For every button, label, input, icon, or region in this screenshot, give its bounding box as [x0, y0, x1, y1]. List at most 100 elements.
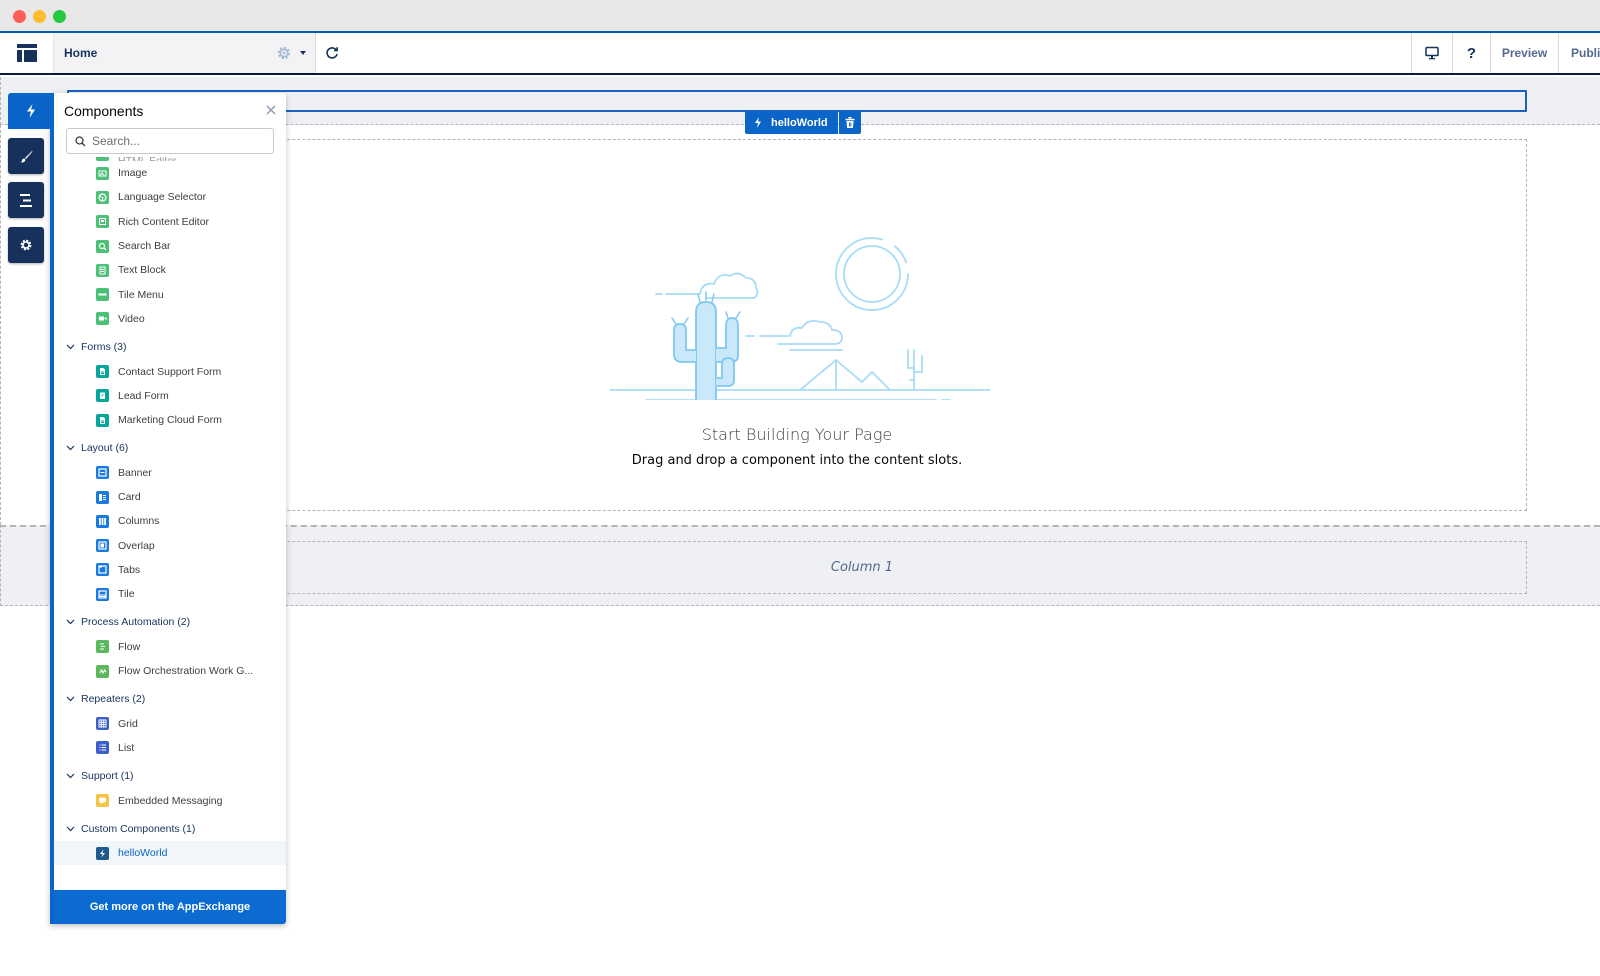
category-label: Repeaters (2): [81, 693, 146, 706]
window-close-button[interactable]: [13, 10, 26, 23]
component-item[interactable]: Banner: [54, 461, 286, 485]
component-item[interactable]: Grid: [54, 712, 286, 736]
component-item[interactable]: Flow: [54, 635, 286, 659]
list-icon: [96, 741, 109, 755]
chevron-down-icon: [66, 620, 75, 625]
component-item-label: Grid: [118, 717, 138, 730]
component-item[interactable]: Tile Menu: [54, 282, 286, 306]
delete-component-button[interactable]: [838, 111, 861, 134]
category-label: Support (1): [81, 770, 134, 783]
rail-tab-settings[interactable]: [8, 227, 44, 263]
page-selector[interactable]: Home: [54, 33, 316, 73]
component-list[interactable]: HTML Editor Image Language Selector Rich Co…: [54, 157, 286, 890]
flow-icon: [96, 640, 109, 654]
component-item[interactable]: List: [54, 736, 286, 760]
chevron-down-icon: [66, 826, 75, 832]
page-menu-caret-icon[interactable]: [300, 51, 306, 55]
chat-icon: [96, 794, 109, 808]
category-label: Forms (3): [81, 341, 127, 354]
search-icon: [75, 135, 86, 146]
component-item-label: Video: [118, 312, 145, 325]
globe-icon: [96, 190, 109, 204]
builder-header: Home ? Preview Publish: [0, 33, 1600, 75]
component-item[interactable]: Contact Support Form: [54, 359, 286, 383]
brush-icon: [20, 150, 32, 162]
component-item[interactable]: Columns: [54, 509, 286, 533]
window-maximize-button[interactable]: [53, 10, 66, 23]
component-item[interactable]: Overlap: [54, 533, 286, 557]
tile-icon: [96, 587, 109, 601]
category-label: Layout (6): [81, 442, 129, 455]
gear-icon: [20, 239, 32, 251]
component-item[interactable]: Tile: [54, 582, 286, 606]
help-button[interactable]: ?: [1452, 33, 1490, 73]
tile-menu-icon: [96, 157, 109, 161]
empty-state-subtitle: Drag and drop a component into the conte…: [631, 453, 963, 468]
component-item-label: Tile: [118, 588, 135, 601]
category-header[interactable]: Process Automation (2): [54, 610, 286, 634]
appexchange-button[interactable]: Get more on the AppExchange: [54, 890, 286, 924]
column-label: Column 1: [830, 560, 894, 575]
component-item[interactable]: Text Block: [54, 258, 286, 282]
editor-icon: [96, 215, 109, 229]
component-search: [66, 128, 274, 154]
category-header[interactable]: Forms (3): [54, 335, 286, 359]
category-header[interactable]: Custom Components (1): [54, 817, 286, 841]
page-settings-gear-icon[interactable]: [276, 45, 292, 61]
component-item-label: Search Bar: [118, 240, 171, 253]
close-icon[interactable]: [266, 105, 276, 115]
chevron-down-icon: [66, 696, 75, 702]
component-item[interactable]: Video: [54, 307, 286, 331]
form-icon: [96, 413, 109, 427]
component-item-label: Columns: [118, 515, 160, 528]
device-preview-button[interactable]: [1411, 33, 1452, 73]
desert-illustration: [610, 237, 990, 400]
category-header[interactable]: Repeaters (2): [54, 687, 286, 711]
structure-icon: [20, 193, 32, 207]
component-item[interactable]: Image: [54, 161, 286, 185]
category-label: Process Automation (2): [81, 616, 191, 629]
search-icon: [96, 239, 109, 253]
rail-tab-navigation[interactable]: [8, 182, 44, 218]
component-item-label: Rich Content Editor: [118, 215, 210, 228]
component-item-label: Text Block: [118, 264, 166, 277]
window-minimize-button[interactable]: [33, 10, 46, 23]
component-item[interactable]: Tabs: [54, 558, 286, 582]
chevron-down-icon: [66, 773, 75, 779]
component-item[interactable]: Language Selector: [54, 185, 286, 209]
header-slot-selected[interactable]: [67, 90, 1527, 112]
component-item[interactable]: helloWorld: [54, 841, 286, 866]
component-item[interactable]: Search Bar: [54, 234, 286, 258]
component-item-label: Marketing Cloud Form: [118, 414, 222, 427]
search-input[interactable]: [92, 134, 262, 148]
component-item[interactable]: Flow Orchestration Work G...: [54, 659, 286, 683]
preview-button[interactable]: Preview: [1490, 33, 1558, 73]
rail-tab-theme[interactable]: [8, 138, 44, 174]
category-header[interactable]: Support (1): [54, 764, 286, 788]
component-item-label: Card: [118, 491, 141, 503]
component-item[interactable]: Embedded Messaging: [54, 788, 286, 812]
components-panel: Components HTML Editor Image Language Sele…: [50, 93, 286, 924]
selected-component-label[interactable]: helloWorld: [745, 111, 838, 134]
component-item[interactable]: Marketing Cloud Form: [54, 408, 286, 432]
component-item-label: Lead Form: [118, 389, 169, 402]
content-slot[interactable]: Start Building Your Page Drag and drop a…: [67, 139, 1527, 511]
rail-tab-components[interactable]: [8, 93, 54, 129]
trash-icon: [845, 117, 855, 128]
orchestration-icon: [96, 664, 109, 678]
column-1-slot[interactable]: Column 1: [67, 541, 1527, 594]
refresh-icon[interactable]: [324, 45, 340, 61]
empty-state-title: Start Building Your Page: [701, 425, 893, 444]
banner-icon: [96, 466, 109, 480]
component-item[interactable]: Lead Form: [54, 384, 286, 408]
component-item[interactable]: Rich Content Editor: [54, 210, 286, 234]
page-structure-button[interactable]: [0, 33, 54, 73]
component-item-label: Language Selector: [118, 191, 207, 204]
category-header[interactable]: Layout (6): [54, 436, 286, 460]
publish-button[interactable]: Publish: [1558, 33, 1600, 73]
image-icon: [96, 166, 109, 180]
tile-menu-icon: [96, 288, 109, 302]
desktop-icon: [1425, 46, 1439, 60]
window-titlebar: [0, 0, 1600, 33]
component-item[interactable]: Card: [54, 485, 286, 509]
